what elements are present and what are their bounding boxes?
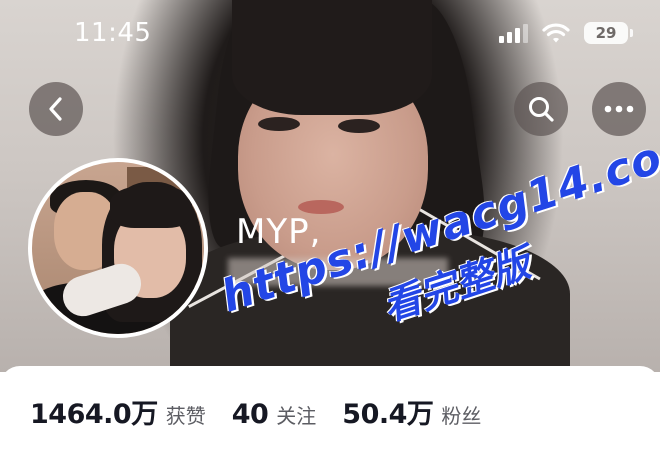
stat-followers-label: 粉丝 [441,404,482,428]
battery-icon: 29 [584,22,633,44]
cellular-signal-icon [499,23,528,43]
status-icons: 29 [499,22,633,44]
stat-followers-value: 50.4万 [342,399,434,430]
stat-likes-value: 1464.0万 [30,399,158,430]
wifi-icon [542,23,570,43]
stat-followers[interactable]: 50.4万 粉丝 [342,392,481,431]
chevron-left-icon [49,97,62,121]
stat-following-value: 40 [231,399,269,430]
stat-likes-label: 获赞 [165,404,206,428]
stat-following-label: 关注 [276,404,317,428]
stat-following[interactable]: 40 关注 [232,399,317,430]
avatar[interactable] [28,158,208,338]
stat-likes[interactable]: 1464.0万 获赞 [30,392,206,431]
back-button[interactable] [29,82,83,136]
status-time: 11:45 [74,18,152,48]
profile-stats: 1464.0万 获赞 40 关注 50.4万 粉丝 [30,392,507,431]
more-dots-icon [604,105,634,113]
